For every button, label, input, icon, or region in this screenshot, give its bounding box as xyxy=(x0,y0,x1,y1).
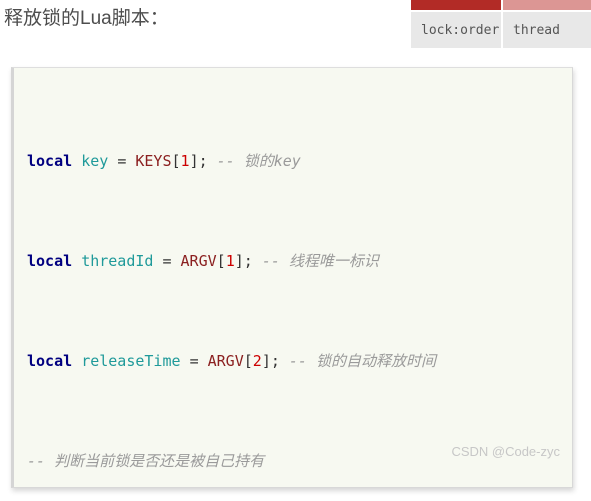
table-header-cell-primary xyxy=(411,0,501,10)
watermark: CSDN @Code-zyc xyxy=(451,444,560,459)
table: lock:order thread xyxy=(409,0,591,50)
code-line: local key = KEYS[1]; -- 锁的key xyxy=(27,152,301,170)
code-line: local threadId = ARGV[1]; -- 线程唯一标识 xyxy=(27,252,379,270)
table-cell-thread: thread xyxy=(503,12,591,48)
code-lines: local key = KEYS[1]; -- 锁的key local thre… xyxy=(14,74,572,487)
table-row: lock:order thread xyxy=(411,12,591,48)
table-cell-lock-order: lock:order xyxy=(411,12,501,48)
redis-key-table-fragment: lock:order thread xyxy=(409,0,591,50)
table-header-cell-secondary xyxy=(503,0,591,10)
page-title: 释放锁的Lua脚本： xyxy=(4,8,169,29)
code-block[interactable]: local key = KEYS[1]; -- 锁的key local thre… xyxy=(11,67,573,488)
code-line: local releaseTime = ARGV[2]; -- 锁的自动释放时间 xyxy=(27,352,436,370)
table-header-row xyxy=(411,0,591,10)
